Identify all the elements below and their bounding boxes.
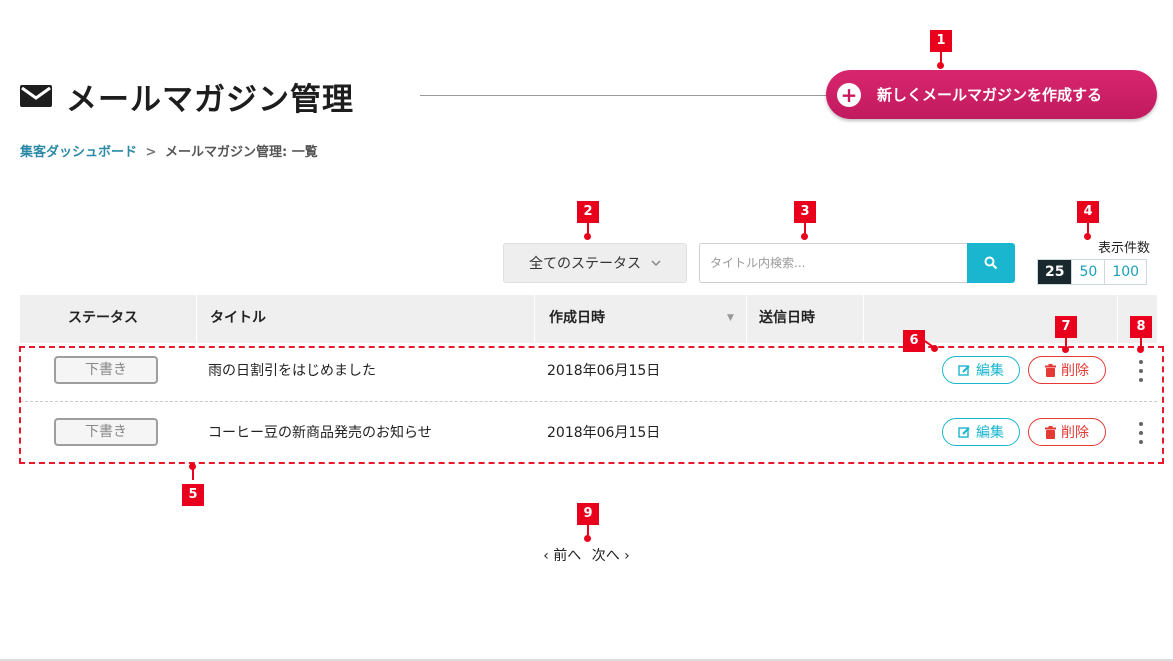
annotation-marker-3: 3 xyxy=(794,201,816,223)
page-header: メールマガジン管理 xyxy=(20,75,354,118)
next-page-link[interactable]: 次へ › xyxy=(592,548,630,564)
breadcrumb-dashboard-link[interactable]: 集客ダッシュボード xyxy=(20,145,137,160)
breadcrumb-current: メールマガジン管理: 一覧 xyxy=(164,145,318,160)
per-page-option-50[interactable]: 50 xyxy=(1071,260,1104,284)
chevron-down-icon xyxy=(651,256,661,270)
annotation-dot xyxy=(1062,346,1069,353)
table-header: ステータス タイトル 作成日時 ▼ 送信日時 xyxy=(20,295,1157,343)
prev-page-link[interactable]: ‹ 前へ xyxy=(543,548,581,564)
annotation-marker-9: 9 xyxy=(577,503,599,525)
column-divider xyxy=(863,295,864,343)
annotation-dot xyxy=(931,345,938,352)
create-newsletter-button[interactable]: + 新しくメールマガジンを作成する xyxy=(826,70,1157,119)
pagination: ‹ 前へ 次へ › xyxy=(0,545,1173,565)
breadcrumb-separator: > xyxy=(145,145,157,160)
plus-circle-icon: + xyxy=(837,82,861,107)
annotation-dot xyxy=(937,62,944,69)
column-divider xyxy=(746,295,747,343)
column-header-created[interactable]: 作成日時 xyxy=(549,295,605,343)
page-title: メールマガジン管理 xyxy=(66,81,354,118)
annotation-dot xyxy=(1137,346,1144,353)
annotation-pin xyxy=(192,468,194,480)
annotation-highlight-box xyxy=(19,346,1164,464)
status-filter-value: 全てのステータス xyxy=(529,256,641,272)
sort-arrow-icon: ▼ xyxy=(727,313,734,323)
annotation-marker-1: 1 xyxy=(930,30,952,52)
column-divider xyxy=(1117,295,1118,343)
annotation-dot xyxy=(1084,233,1091,240)
annotation-marker-4: 4 xyxy=(1077,201,1099,223)
title-divider xyxy=(420,95,840,96)
annotation-marker-2: 2 xyxy=(577,201,599,223)
title-search-input[interactable] xyxy=(699,243,967,283)
annotation-dot xyxy=(801,233,808,240)
annotation-marker-8: 8 xyxy=(1130,316,1152,338)
per-page-label: 表示件数 xyxy=(1098,241,1151,256)
create-newsletter-label: 新しくメールマガジンを作成する xyxy=(877,86,1103,104)
per-page-option-100[interactable]: 100 xyxy=(1104,260,1146,284)
search-icon xyxy=(984,256,998,270)
annotation-dot xyxy=(584,535,591,542)
annotation-dot xyxy=(584,233,591,240)
breadcrumb: 集客ダッシュボード > メールマガジン管理: 一覧 xyxy=(20,141,318,160)
status-filter-select[interactable]: 全てのステータス xyxy=(503,243,687,283)
annotation-marker-7: 7 xyxy=(1055,316,1077,338)
column-header-title[interactable]: タイトル xyxy=(210,295,266,343)
column-header-sent[interactable]: 送信日時 xyxy=(759,295,815,343)
column-header-status[interactable]: ステータス xyxy=(68,295,138,343)
column-divider xyxy=(534,295,535,343)
envelope-icon xyxy=(20,85,52,107)
annotation-marker-6: 6 xyxy=(903,330,925,352)
per-page-option-25[interactable]: 25 xyxy=(1038,260,1072,284)
column-divider xyxy=(196,295,197,343)
search-button[interactable] xyxy=(967,243,1015,283)
per-page-selector: 25 50 100 xyxy=(1037,259,1148,285)
annotation-marker-5: 5 xyxy=(182,484,204,506)
